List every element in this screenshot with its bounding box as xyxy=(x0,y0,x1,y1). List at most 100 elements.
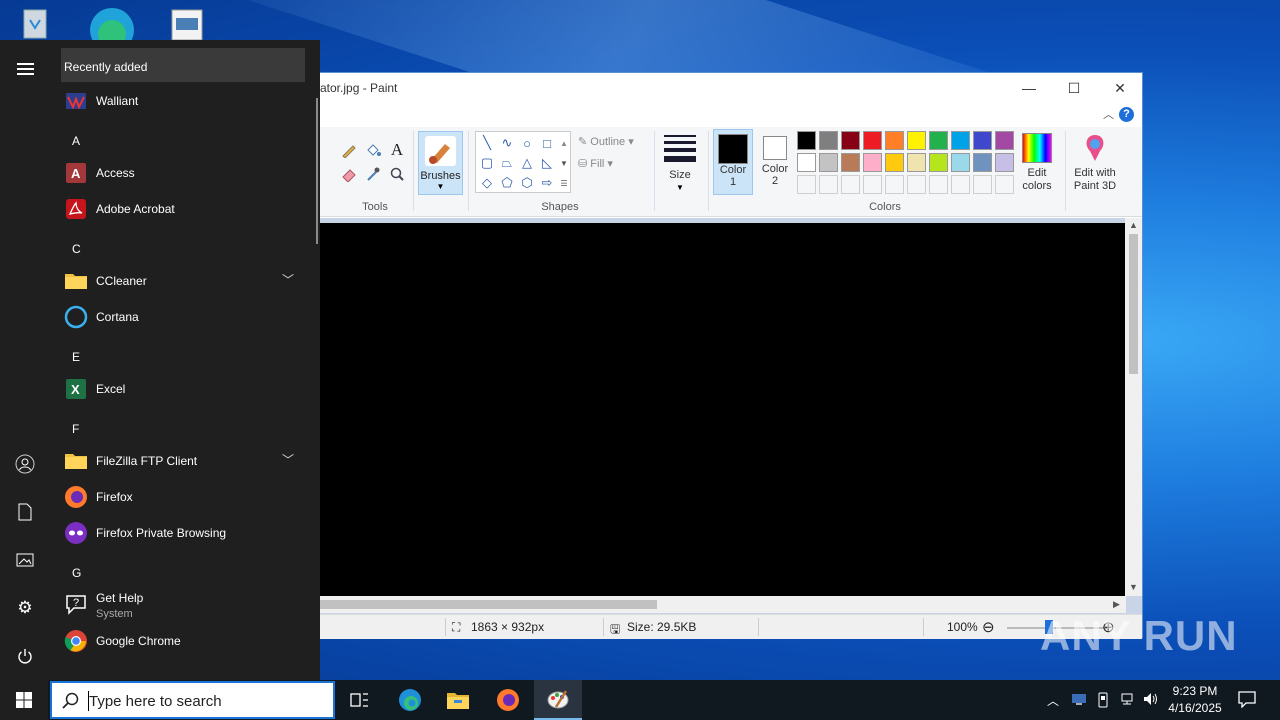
app-item-filezilla[interactable]: FileZilla FTP Client ﹀ xyxy=(58,443,308,479)
task-view-button[interactable] xyxy=(336,680,384,720)
palette-swatch[interactable] xyxy=(929,131,948,150)
file-desktop-icon[interactable] xyxy=(168,6,208,41)
shapes-gallery[interactable]: ╲ ∿ ○ □ ▢ ⏢ △ ◺ ◇ ⬠ ⬡ ⇨ ▲ ▼ ☰ xyxy=(475,131,571,193)
recycle-bin-icon[interactable] xyxy=(16,6,56,40)
palette-swatch[interactable] xyxy=(863,131,882,150)
volume-icon[interactable] xyxy=(1143,692,1159,709)
right-triangle-shape-icon[interactable]: ◺ xyxy=(539,155,555,170)
palette-swatch[interactable] xyxy=(797,131,816,150)
documents-icon[interactable] xyxy=(13,500,37,524)
letter-header-c[interactable]: C xyxy=(72,242,81,256)
brushes-button[interactable]: Brushes ▼ xyxy=(418,131,463,195)
palette-swatch[interactable] xyxy=(819,175,838,194)
collapse-ribbon-icon[interactable]: ︿ xyxy=(1103,106,1114,122)
rectangle-shape-icon[interactable]: □ xyxy=(539,136,555,151)
edit-colors-button[interactable]: Edit colors xyxy=(1012,131,1062,195)
magnifier-icon[interactable] xyxy=(386,163,408,185)
palette-swatch[interactable] xyxy=(973,175,992,194)
letter-header-f[interactable]: F xyxy=(72,422,79,436)
taskbar-paint[interactable] xyxy=(534,680,582,720)
palette-swatch[interactable] xyxy=(929,175,948,194)
color2-button[interactable]: Color 2 xyxy=(755,129,795,195)
usb-device-icon[interactable] xyxy=(1096,692,1110,711)
pencil-tool-icon[interactable] xyxy=(338,139,360,161)
app-item-cortana[interactable]: Cortana xyxy=(58,299,308,335)
eraser-tool-icon[interactable] xyxy=(338,163,360,185)
network-adapter-icon[interactable] xyxy=(1071,692,1087,709)
edit-with-paint3d-button[interactable]: Edit with Paint 3D xyxy=(1068,131,1122,195)
help-icon[interactable]: ? xyxy=(1119,107,1134,122)
horizontal-scrollbar[interactable]: ▶ xyxy=(320,596,1126,613)
chevron-down-icon[interactable]: ﹀ xyxy=(282,271,294,288)
app-item-get-help[interactable]: ? Get Help System xyxy=(58,586,308,622)
fill-button[interactable]: ⛁ Fill ▾ xyxy=(578,157,613,170)
palette-swatch[interactable] xyxy=(885,153,904,172)
palette-swatch[interactable] xyxy=(907,153,926,172)
polygon-shape-icon[interactable]: ⏢ xyxy=(499,155,515,170)
scroll-right-arrow-icon[interactable]: ▶ xyxy=(1113,599,1120,610)
horizontal-scroll-thumb[interactable] xyxy=(320,600,657,609)
close-button[interactable]: ✕ xyxy=(1097,73,1143,103)
drawing-canvas[interactable] xyxy=(320,223,1126,596)
scroll-up-arrow-icon[interactable]: ▲ xyxy=(1129,220,1138,230)
maximize-button[interactable]: ☐ xyxy=(1051,73,1097,103)
outline-button[interactable]: ✎ Outline ▾ xyxy=(578,135,634,148)
text-tool-icon[interactable]: A xyxy=(386,139,408,161)
letter-header-g[interactable]: G xyxy=(72,566,81,580)
line-shape-icon[interactable]: ╲ xyxy=(479,135,495,150)
start-button[interactable] xyxy=(0,680,48,720)
taskbar-firefox[interactable] xyxy=(484,680,532,720)
palette-swatch[interactable] xyxy=(819,153,838,172)
palette-swatch[interactable] xyxy=(907,175,926,194)
palette-swatch[interactable] xyxy=(819,131,838,150)
hamburger-menu-icon[interactable] xyxy=(17,63,34,78)
expand-gallery-icon[interactable]: ☰ xyxy=(556,176,572,190)
color1-button[interactable]: Color 1 xyxy=(713,129,753,195)
scroll-up-icon[interactable]: ▲ xyxy=(556,136,572,150)
palette-swatch[interactable] xyxy=(951,131,970,150)
taskbar-search-box[interactable]: Type here to search xyxy=(50,681,335,719)
power-icon[interactable] xyxy=(13,644,37,668)
palette-swatch[interactable] xyxy=(841,131,860,150)
color-picker-icon[interactable] xyxy=(362,163,384,185)
taskbar-edge[interactable] xyxy=(386,680,434,720)
minimize-button[interactable]: — xyxy=(1006,73,1052,103)
letter-header-e[interactable]: E xyxy=(72,350,80,364)
app-item-firefox[interactable]: Firefox xyxy=(58,479,308,515)
palette-swatch[interactable] xyxy=(885,175,904,194)
palette-swatch[interactable] xyxy=(863,153,882,172)
oval-shape-icon[interactable]: ○ xyxy=(519,136,535,151)
app-item-firefox-private[interactable]: Firefox Private Browsing xyxy=(58,515,308,551)
app-item-access[interactable]: A Access xyxy=(58,155,308,191)
app-item-ccleaner[interactable]: CCleaner ﹀ xyxy=(58,263,308,299)
system-clock[interactable]: 9:23 PM 4/16/2025 xyxy=(1160,683,1230,717)
palette-swatch[interactable] xyxy=(841,175,860,194)
rounded-rect-shape-icon[interactable]: ▢ xyxy=(479,155,495,170)
scroll-down-arrow-icon[interactable]: ▼ xyxy=(1129,582,1138,592)
palette-swatch[interactable] xyxy=(885,131,904,150)
app-item-excel[interactable]: X Excel xyxy=(58,371,308,407)
scroll-down-icon[interactable]: ▼ xyxy=(556,156,572,170)
triangle-shape-icon[interactable]: △ xyxy=(519,155,535,170)
palette-swatch[interactable] xyxy=(973,131,992,150)
taskbar-file-explorer[interactable] xyxy=(434,680,482,720)
app-item-google-chrome[interactable]: Google Chrome xyxy=(58,623,308,659)
size-button[interactable]: Size ▼ xyxy=(660,131,700,195)
app-item-walliant[interactable]: Walliant xyxy=(58,83,308,119)
curve-shape-icon[interactable]: ∿ xyxy=(499,135,515,150)
palette-swatch[interactable] xyxy=(929,153,948,172)
palette-swatch[interactable] xyxy=(841,153,860,172)
network-icon[interactable] xyxy=(1119,692,1135,709)
show-hidden-icons[interactable]: ︿ xyxy=(1047,692,1059,709)
palette-swatch[interactable] xyxy=(907,131,926,150)
fill-tool-icon[interactable] xyxy=(362,139,384,161)
palette-swatch[interactable] xyxy=(797,153,816,172)
diamond-shape-icon[interactable]: ◇ xyxy=(479,175,495,190)
palette-swatch[interactable] xyxy=(863,175,882,194)
action-center-icon[interactable] xyxy=(1238,690,1256,711)
edge-desktop-icon[interactable] xyxy=(88,6,134,52)
palette-swatch[interactable] xyxy=(973,153,992,172)
zoom-out-icon[interactable]: ⊖ xyxy=(982,618,995,636)
title-bar[interactable]: ator.jpg - Paint — ☐ ✕ xyxy=(320,73,1142,103)
chevron-down-icon[interactable]: ﹀ xyxy=(282,451,294,468)
